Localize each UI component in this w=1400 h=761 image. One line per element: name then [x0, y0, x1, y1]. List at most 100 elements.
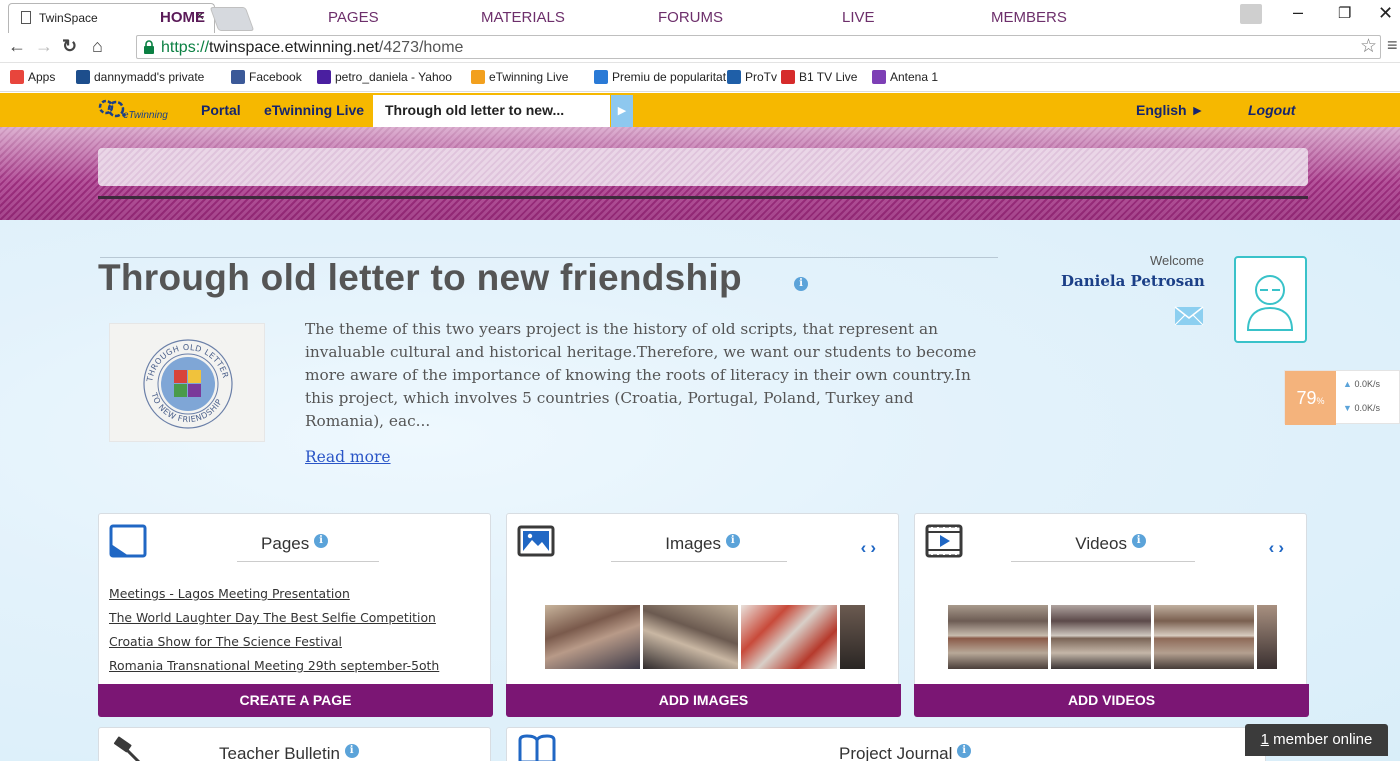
- network-speed-widget: 79% ▲ 0.0K/s ▼ 0.0K/s: [1284, 370, 1400, 425]
- info-icon[interactable]: i: [957, 744, 972, 758]
- pages-card-title: Pages i: [99, 534, 490, 554]
- bookmark-item[interactable]: ProTv: [727, 70, 777, 84]
- list-item[interactable]: Romania Transnational Meeting 29th septe…: [109, 654, 439, 678]
- bookmark-item[interactable]: petro_daniela - Yahoo: [317, 70, 452, 84]
- video-thumbnail[interactable]: [1051, 605, 1151, 669]
- list-item[interactable]: Croatia Show for The Science Festival: [109, 630, 439, 654]
- teacher-bulletin-card: Teacher Bulletin i: [98, 727, 491, 761]
- videos-card-title: Videos i: [915, 534, 1306, 554]
- info-icon[interactable]: i: [344, 744, 359, 758]
- bookmark-label: Premiu de popularitat: [612, 70, 727, 84]
- nav-home[interactable]: HOME: [160, 9, 205, 26]
- title-underline: [611, 561, 787, 562]
- list-item[interactable]: The World Laughter Day The Best Selfie C…: [109, 606, 439, 630]
- bookmark-item[interactable]: Apps: [10, 70, 55, 84]
- home-icon[interactable]: ⌂: [92, 36, 103, 57]
- nav-materials[interactable]: MATERIALS: [481, 9, 565, 26]
- info-icon[interactable]: i: [725, 534, 740, 548]
- bookmark-item[interactable]: dannymadd's private: [76, 70, 204, 84]
- bookmark-favicon-icon: [471, 70, 485, 84]
- close-window-icon[interactable]: ✕: [1378, 3, 1393, 24]
- bookmark-item[interactable]: B1 TV Live: [781, 70, 857, 84]
- bookmark-label: B1 TV Live: [799, 70, 858, 84]
- bookmark-star-icon[interactable]: ☆: [1360, 35, 1377, 58]
- video-thumbnail[interactable]: [1257, 605, 1277, 669]
- back-arrow-icon[interactable]: ←: [8, 36, 26, 57]
- language-selector[interactable]: English ►: [1136, 102, 1204, 118]
- title-underline: [237, 561, 379, 562]
- etwinning-logo-text: eTwinning: [123, 110, 168, 121]
- avatar[interactable]: [1234, 256, 1307, 343]
- bookmark-favicon-icon: [781, 70, 795, 84]
- new-tab-button[interactable]: [209, 7, 255, 31]
- bookmark-favicon-icon: [317, 70, 331, 84]
- lock-icon: [144, 40, 154, 54]
- download-speed: ▼ 0.0K/s: [1343, 403, 1380, 413]
- video-thumbnail[interactable]: [1154, 605, 1254, 669]
- menu-icon[interactable]: ≡: [1387, 35, 1398, 56]
- bookmarks-bar: Apps dannymadd's private Facebook petro_dan…: [0, 64, 1400, 92]
- video-thumbnail[interactable]: [948, 605, 1048, 669]
- user-name[interactable]: Daniela Petrosan: [1061, 272, 1205, 290]
- bookmark-favicon-icon: [76, 70, 90, 84]
- nav-pages[interactable]: PAGES: [328, 9, 379, 26]
- chevron-right-icon[interactable]: ›: [1278, 538, 1288, 557]
- url-input[interactable]: https://twinspace.etwinning.net/4273/hom…: [136, 35, 1381, 59]
- add-videos-button[interactable]: ADD VIDEOS: [914, 684, 1309, 717]
- bookmark-item[interactable]: Antena 1: [872, 70, 938, 84]
- nav-live[interactable]: LIVE: [842, 9, 875, 26]
- logout-link[interactable]: Logout: [1248, 102, 1295, 118]
- cpu-percent: 79%: [1285, 371, 1336, 425]
- project-logo-image: THROUGH OLD LETTER TO NEW FRIENDSHIP: [143, 339, 233, 429]
- members-online-badge[interactable]: 1 member online: [1245, 724, 1388, 756]
- pages-list: Meetings - Lagos Meeting Presentation Th…: [109, 582, 439, 678]
- nav-members[interactable]: MEMBERS: [991, 9, 1067, 26]
- nav-forums[interactable]: FORUMS: [658, 9, 723, 26]
- chevron-left-icon[interactable]: ‹: [861, 538, 871, 557]
- image-thumbnail[interactable]: [643, 605, 738, 669]
- title-underline: [1011, 561, 1195, 562]
- bookmark-item[interactable]: Facebook: [231, 70, 302, 84]
- add-images-button[interactable]: ADD IMAGES: [506, 684, 901, 717]
- info-icon[interactable]: i: [794, 277, 808, 291]
- etwinning-logo[interactable]: eTwinning: [97, 97, 177, 123]
- bookmark-label: petro_daniela - Yahoo: [335, 70, 452, 84]
- list-item[interactable]: Meetings - Lagos Meeting Presentation: [109, 582, 439, 606]
- bookmark-item[interactable]: eTwinning Live: [471, 70, 568, 84]
- portal-link[interactable]: Portal: [201, 102, 241, 118]
- bookmark-item[interactable]: Premiu de popularitat: [594, 70, 726, 84]
- pages-card: Pages i Meetings - Lagos Meeting Present…: [98, 513, 493, 717]
- tab-scroll-right-icon[interactable]: ▶: [611, 95, 633, 127]
- chevron-left-icon[interactable]: ‹: [1269, 538, 1279, 557]
- project-title: Through old letter to new friendship: [98, 257, 742, 298]
- profile-icon[interactable]: [1240, 4, 1262, 24]
- bookmark-label: Antena 1: [890, 70, 939, 84]
- minimize-icon[interactable]: –: [1293, 2, 1303, 23]
- images-card-title: Images i: [507, 534, 898, 554]
- image-thumbnail[interactable]: [840, 605, 865, 669]
- bookmark-label: eTwinning Live: [489, 70, 569, 84]
- project-logo: THROUGH OLD LETTER TO NEW FRIENDSHIP: [109, 323, 265, 442]
- bookmark-label: Facebook: [249, 70, 302, 84]
- read-more-link[interactable]: Read more: [305, 448, 391, 466]
- user-silhouette-icon: [1246, 275, 1294, 331]
- create-page-button[interactable]: CREATE A PAGE: [98, 684, 493, 717]
- image-thumbnail[interactable]: [545, 605, 640, 669]
- etwinning-live-link[interactable]: eTwinning Live: [264, 102, 364, 118]
- carousel-arrows: ‹›: [1269, 538, 1288, 558]
- etwinning-top-bar: eTwinning Portal eTwinning Live Through …: [0, 93, 1400, 127]
- image-thumbnail[interactable]: [741, 605, 837, 669]
- info-icon[interactable]: i: [1131, 534, 1146, 548]
- chevron-right-icon[interactable]: ›: [870, 538, 880, 557]
- reload-icon[interactable]: ↻: [62, 36, 77, 57]
- forward-arrow-icon[interactable]: →: [35, 36, 53, 57]
- info-icon[interactable]: i: [313, 534, 328, 548]
- mail-icon[interactable]: [1174, 306, 1204, 326]
- main-nav: [98, 148, 1308, 186]
- project-tab[interactable]: Through old letter to new...: [373, 95, 610, 127]
- page-icon: [21, 11, 31, 24]
- project-description: The theme of this two years project is t…: [305, 320, 977, 430]
- upload-speed: ▲ 0.0K/s: [1343, 379, 1380, 389]
- restore-icon[interactable]: ❐: [1338, 4, 1351, 22]
- bookmark-label: dannymadd's private: [94, 70, 205, 84]
